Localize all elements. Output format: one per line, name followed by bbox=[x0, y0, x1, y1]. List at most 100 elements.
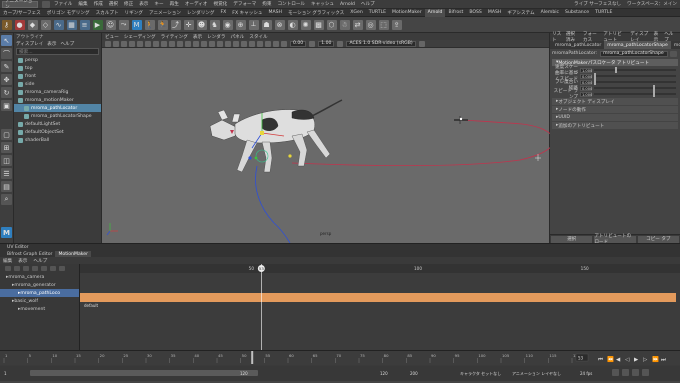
constraint-icon[interactable]: ⊕ bbox=[235, 19, 246, 30]
retarget-icon[interactable]: ⇄ bbox=[352, 19, 363, 30]
workspace-label[interactable]: ワークスペース：メイン bbox=[627, 1, 677, 7]
shelf-tab-17[interactable]: ギアシステム bbox=[504, 9, 537, 17]
node-tab[interactable]: motionPath bbox=[671, 41, 680, 49]
shelf-tab-9[interactable]: モーション グラフィックス bbox=[285, 9, 347, 17]
viewport-menu-2[interactable]: ライティング bbox=[161, 34, 188, 40]
search-icon[interactable]: ⌕ bbox=[1, 194, 12, 205]
playback-end-field[interactable]: 200 bbox=[410, 371, 418, 376]
menu-15[interactable]: ヘルプ bbox=[361, 1, 375, 7]
range-end-field[interactable]: 120 bbox=[380, 371, 388, 376]
robot-dog-model[interactable] bbox=[209, 99, 343, 173]
outliner-menu-display[interactable]: ディスプレイ bbox=[16, 41, 43, 47]
mm-menu-edit[interactable]: 編集 bbox=[3, 258, 12, 264]
mm-add-icon[interactable] bbox=[4, 266, 11, 271]
anim-layer-dropdown[interactable]: アニメーション レイヤなし bbox=[512, 370, 561, 376]
mm-track-canvas[interactable]: 5053100150default53 bbox=[80, 264, 680, 350]
shelf-tab-7[interactable]: FX キャッシュ bbox=[229, 9, 265, 17]
shelf-tab-15[interactable]: BOSS bbox=[466, 9, 485, 17]
outliner-item[interactable]: mroma_pathLocatorShape bbox=[14, 112, 101, 120]
lasso-tool-icon[interactable]: ⌒ bbox=[1, 48, 12, 59]
isolate-select-icon[interactable] bbox=[249, 40, 255, 47]
textured-icon[interactable] bbox=[201, 40, 207, 47]
outliner-item[interactable]: shaderBall bbox=[14, 136, 101, 144]
attr-slider[interactable] bbox=[594, 73, 676, 79]
outliner-search-input[interactable]: 検索... bbox=[16, 48, 99, 55]
attr-button-2[interactable]: コピー タブ bbox=[637, 235, 679, 243]
exposure-icon[interactable] bbox=[281, 40, 287, 47]
attr-slider[interactable] bbox=[594, 91, 676, 97]
playblast-icon[interactable]: ▶ bbox=[92, 19, 103, 30]
node-tab[interactable]: mroma_pathLocator bbox=[552, 41, 604, 49]
attr-value-field[interactable]: 0.000 bbox=[580, 79, 592, 85]
menu-4[interactable]: 修正 bbox=[124, 1, 133, 7]
gate-mask-icon[interactable] bbox=[153, 40, 159, 47]
outliner-menu-show[interactable]: 表示 bbox=[47, 41, 56, 47]
range-slider-bar[interactable] bbox=[30, 370, 258, 376]
menu-13[interactable]: キャッシュ bbox=[311, 1, 334, 7]
select-tool-icon[interactable]: ↖ bbox=[1, 35, 12, 46]
export-icon[interactable]: ⇪ bbox=[391, 19, 402, 30]
menu-11[interactable]: 拘束 bbox=[262, 1, 271, 7]
attr-slider-handle[interactable] bbox=[653, 91, 656, 97]
outliner-item[interactable]: persp bbox=[14, 56, 101, 64]
menu-6[interactable]: キー bbox=[154, 1, 163, 7]
xray-joints-icon[interactable] bbox=[265, 40, 271, 47]
attr-slider[interactable] bbox=[594, 67, 676, 73]
move-tool-icon[interactable]: ✥ bbox=[1, 74, 12, 85]
go-start-icon[interactable]: ⏮ bbox=[598, 357, 603, 363]
attr-slider[interactable] bbox=[594, 85, 676, 91]
mm-duplicate-icon[interactable] bbox=[31, 266, 38, 271]
path-icon[interactable]: ⤴ bbox=[170, 19, 181, 30]
safe-action-icon[interactable] bbox=[169, 40, 175, 47]
camera-icon[interactable]: ◉ bbox=[222, 19, 233, 30]
mm-remove-icon[interactable] bbox=[13, 266, 20, 271]
prefs-icon[interactable] bbox=[642, 369, 649, 376]
mm-tree-item[interactable]: ▸ mroma_pathLoco bbox=[0, 289, 79, 297]
single-pane-layout-icon[interactable]: ▢ bbox=[1, 129, 12, 140]
trail-icon[interactable]: ⤳ bbox=[118, 19, 129, 30]
motion-path-curve[interactable] bbox=[291, 119, 550, 167]
node-name-field[interactable]: mroma_pathLocatorShape bbox=[600, 50, 668, 57]
cache-icon[interactable]: ⬚ bbox=[378, 19, 389, 30]
shelf-tab-1[interactable]: ポリゴン モデリング bbox=[44, 9, 93, 17]
mm-settings-icon[interactable] bbox=[49, 266, 56, 271]
colorspace-dropdown[interactable]: ACES 1.0 SDR-video (sRGB) bbox=[346, 40, 416, 47]
motionmaker-logo-icon[interactable]: M bbox=[1, 227, 12, 238]
viewport-scene[interactable]: persp bbox=[102, 48, 550, 243]
mm-clip-bar[interactable] bbox=[80, 293, 676, 302]
outliner-item[interactable]: front bbox=[14, 72, 101, 80]
attr-value-field[interactable]: 0.000 bbox=[580, 85, 592, 91]
fps-dropdown[interactable]: 24 fps bbox=[580, 371, 592, 376]
blend-icon[interactable]: ◐ bbox=[287, 19, 298, 30]
xray-icon[interactable] bbox=[257, 40, 263, 47]
outliner-item[interactable]: mroma_pathLocator bbox=[14, 104, 101, 112]
resolution-gate-icon[interactable] bbox=[145, 40, 151, 47]
time-current-marker[interactable] bbox=[251, 351, 254, 364]
motion-blur-icon[interactable] bbox=[233, 40, 239, 47]
shelf-tab-5[interactable]: レンダリング bbox=[184, 9, 218, 17]
viewport-menu-3[interactable]: 表示 bbox=[193, 34, 202, 40]
set-key-icon[interactable]: ◆ bbox=[27, 19, 38, 30]
gamma-icon[interactable] bbox=[309, 40, 316, 47]
ik-icon[interactable]: ⟂ bbox=[248, 19, 259, 30]
shelf-tab-18[interactable]: Alembic bbox=[538, 9, 562, 17]
attr-slider-handle[interactable] bbox=[614, 67, 617, 73]
path-end-locator[interactable] bbox=[454, 116, 468, 124]
time-slider[interactable]: 1 5 10 15 20 25 30 35 40 45 50 55 60 65 70 75 80 85 90 95 10… bbox=[0, 351, 680, 381]
shelf-tab-0[interactable]: カーブ/サーフェス bbox=[0, 9, 44, 17]
tab-uv-editor[interactable]: UV Editor bbox=[4, 244, 32, 251]
lights-icon[interactable] bbox=[209, 40, 215, 47]
menu-0[interactable]: ファイル bbox=[54, 1, 72, 7]
shelf-tab-13[interactable]: Arnold bbox=[424, 8, 446, 17]
graph-editor-icon[interactable]: ∿ bbox=[53, 19, 64, 30]
two-pane-layout-icon[interactable]: ◫ bbox=[1, 155, 12, 166]
ghost-icon[interactable]: ☺ bbox=[105, 19, 116, 30]
mm-tree-item[interactable]: ▸ mroma_camera bbox=[0, 273, 79, 281]
walk-icon[interactable]: 🚶 bbox=[144, 19, 155, 30]
shelf-tab-10[interactable]: XGen bbox=[347, 9, 365, 17]
ambient-occlusion-icon[interactable] bbox=[225, 40, 231, 47]
shelf-tab-12[interactable]: MotionMaker bbox=[389, 9, 425, 17]
mm-delete-icon[interactable] bbox=[40, 266, 47, 271]
shelf-tab-3[interactable]: リギング bbox=[122, 9, 146, 17]
mm-filter-icon[interactable] bbox=[58, 266, 65, 271]
